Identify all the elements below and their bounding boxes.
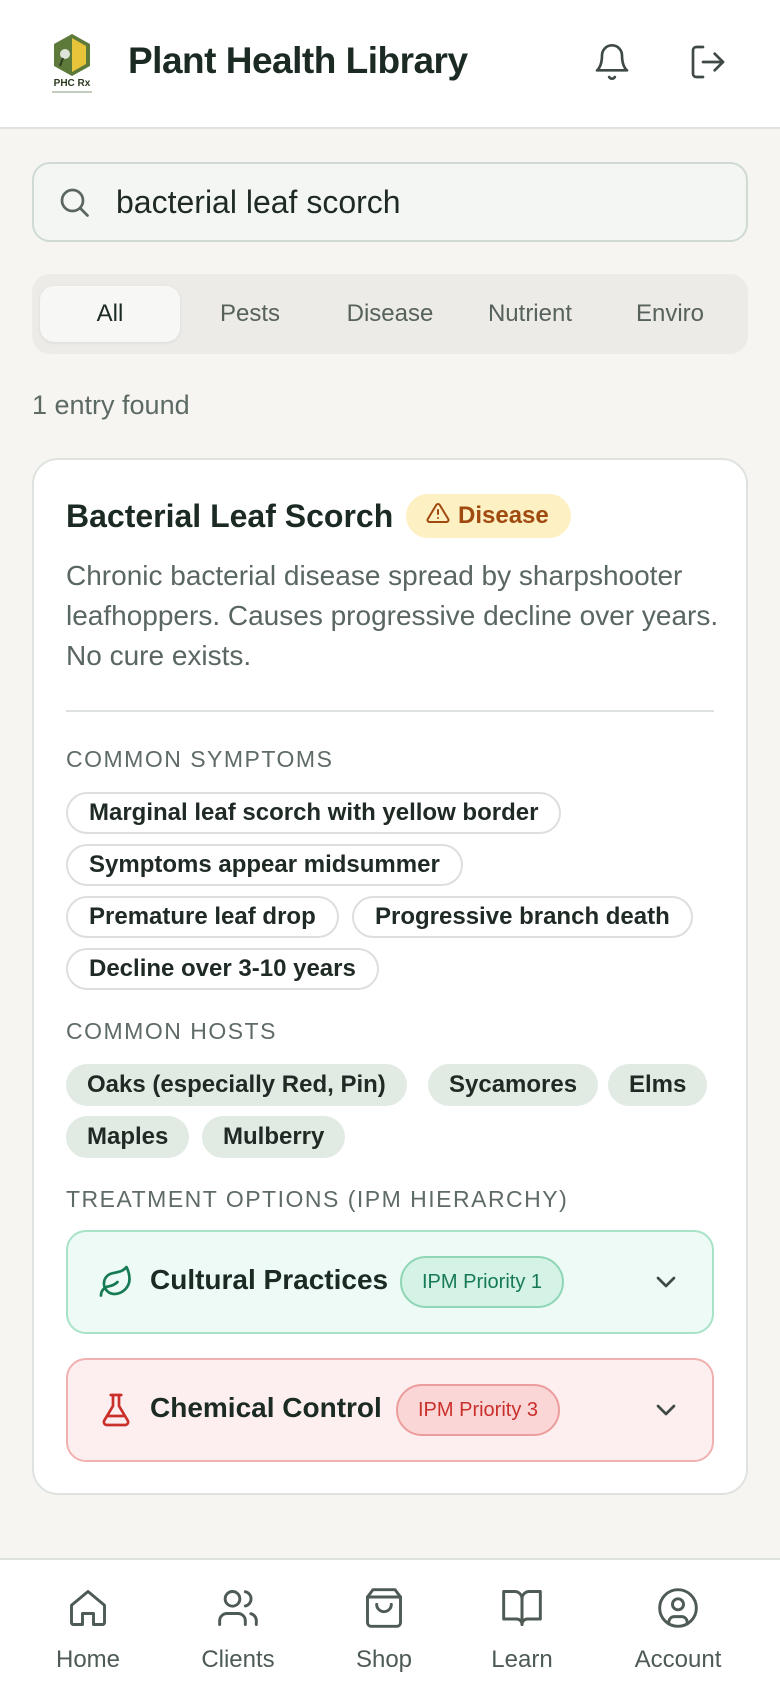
category-label: Disease: [458, 502, 549, 529]
bell-icon[interactable]: [592, 42, 632, 82]
symptom-chip: Decline over 3-10 years: [66, 948, 379, 990]
book-icon: [502, 1590, 542, 1626]
host-chip: Mulberry: [202, 1116, 346, 1158]
symptoms-heading: COMMON SYMPTOMS: [66, 746, 334, 772]
users-icon: [218, 1590, 258, 1626]
nav-label: Account: [634, 1646, 722, 1673]
app-title: Plant Health Library: [128, 40, 468, 81]
tab-nutrient[interactable]: Nutrient: [460, 286, 600, 342]
treatment-label: Chemical Control: [150, 1392, 382, 1423]
nav-label: Clients: [201, 1646, 275, 1673]
nav-home[interactable]: Home: [18, 1560, 158, 1688]
entry-card[interactable]: Bacterial Leaf Scorch Disease Chronic ba…: [32, 458, 748, 1495]
treatment-chemical-control[interactable]: Chemical Control IPM Priority 3: [66, 1358, 714, 1462]
ipm-priority-badge: IPM Priority 1: [400, 1256, 565, 1308]
symptom-chip: Marginal leaf scorch with yellow border: [66, 792, 562, 834]
hosts-heading: COMMON HOSTS: [66, 1018, 277, 1044]
entry-title: Bacterial Leaf Scorch: [66, 498, 394, 534]
host-chip: Sycamores: [428, 1064, 599, 1106]
nav-account[interactable]: Account: [608, 1560, 748, 1688]
nav-learn[interactable]: Learn: [452, 1560, 592, 1688]
chevron-down-icon[interactable]: [650, 1266, 682, 1298]
flask-icon: [98, 1392, 134, 1428]
phc-logo: PHC Rx: [46, 32, 98, 96]
ipm-priority-badge: IPM Priority 3: [396, 1384, 561, 1436]
host-chip: Maples: [66, 1116, 190, 1158]
host-chip: Elms: [608, 1064, 708, 1106]
tab-all[interactable]: All: [40, 286, 180, 342]
search-input[interactable]: [116, 176, 726, 228]
svg-text:PHC Rx: PHC Rx: [54, 78, 91, 89]
nav-label: Learn: [491, 1646, 553, 1673]
symptom-chip: Symptoms appear midsummer: [66, 844, 463, 886]
entry-description: Chronic bacterial disease spread by shar…: [66, 560, 719, 671]
tab-pests[interactable]: Pests: [180, 286, 320, 342]
chevron-down-icon[interactable]: [650, 1394, 682, 1426]
host-chip: Oaks (especially Red, Pin): [66, 1064, 407, 1106]
leaf-icon: [98, 1264, 134, 1300]
home-icon: [70, 1590, 106, 1626]
bottom-nav: Home Clients Shop Learn Account: [0, 1558, 780, 1688]
warning-icon: [426, 501, 450, 532]
search-bar[interactable]: [32, 162, 748, 242]
nav-label: Home: [55, 1646, 121, 1673]
divider: [66, 710, 714, 712]
treatments-heading: TREATMENT OPTIONS (IPM HIERARCHY): [66, 1186, 569, 1212]
tab-enviro[interactable]: Enviro: [600, 286, 740, 342]
symptom-chip: Progressive branch death: [352, 896, 693, 938]
app-header: PHC Rx Plant Health Library: [0, 0, 780, 129]
treatment-cultural-practices[interactable]: Cultural Practices IPM Priority 1: [66, 1230, 714, 1334]
result-count: 1 entry found: [32, 390, 190, 420]
shopping-bag-icon: [366, 1588, 402, 1628]
symptom-chip: Premature leaf drop: [66, 896, 339, 938]
treatment-label: Cultural Practices: [150, 1264, 389, 1295]
nav-label: Shop: [355, 1646, 413, 1673]
tab-disease[interactable]: Disease: [320, 286, 460, 342]
account-icon: [658, 1588, 698, 1628]
category-badge: Disease: [406, 494, 571, 538]
search-icon: [56, 184, 92, 220]
filter-tabs: All Pests Disease Nutrient Enviro: [32, 274, 748, 354]
nav-clients[interactable]: Clients: [168, 1560, 308, 1688]
logout-icon[interactable]: [688, 42, 728, 82]
nav-shop[interactable]: Shop: [314, 1560, 454, 1688]
